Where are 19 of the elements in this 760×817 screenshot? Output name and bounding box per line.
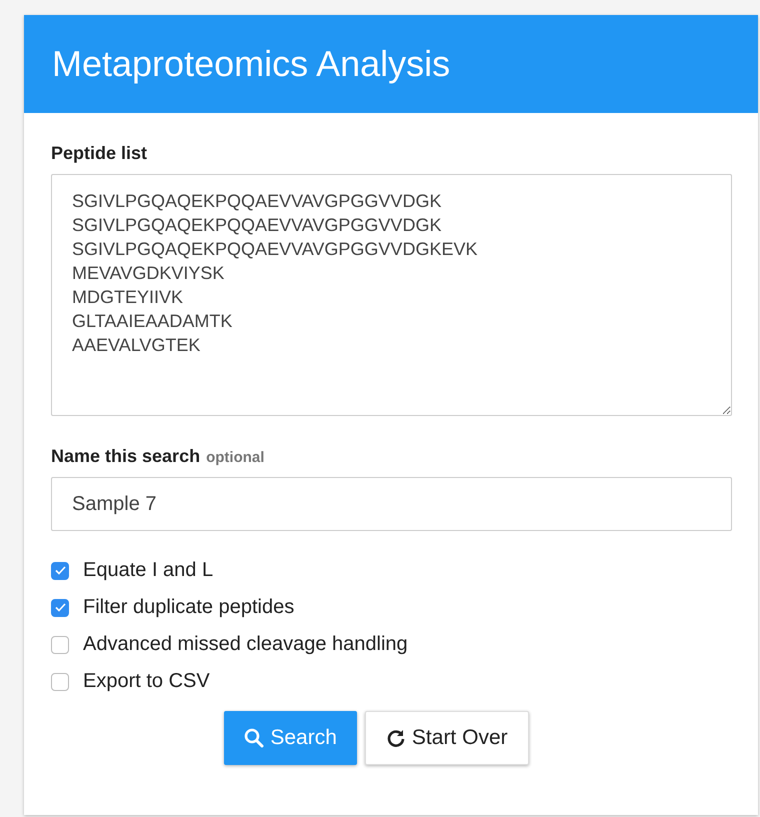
start-over-button[interactable]: Start Over [364, 711, 529, 765]
option-label: Advanced missed cleavage handling [83, 633, 408, 656]
optional-hint: optional [206, 449, 264, 466]
field-label: Name this search [51, 446, 200, 467]
field-label: Peptide list [51, 143, 148, 164]
search-name-field[interactable]: Sample 7 [51, 477, 732, 531]
option-label: Export to CSV [83, 670, 210, 693]
checkbox[interactable] [51, 636, 69, 654]
option-label: Filter duplicate peptides [83, 596, 294, 619]
refresh-icon [386, 728, 406, 748]
checkmark-icon [54, 603, 66, 612]
checkbox[interactable] [51, 562, 69, 580]
option-label: Equate I and L [83, 559, 214, 582]
checkmark-icon [54, 566, 66, 575]
page-title: Metaproteomics Analysis [52, 43, 450, 85]
checkbox[interactable] [51, 672, 69, 690]
search-icon [244, 728, 264, 748]
peptide-list-field[interactable]: SGIVLPGQAQEKPQQAEVVAVGPGGVVDGK SGIVLPGQAQEKPQQAEVVAVGPGGVVDGK SGIVLPGQAQEKPQQAEVVAVGPGGVVDGKEVK MEVAVGDKVIYSK MDGTEYIIVK GLTAAIEAADAMTK AAEVALVGTEK [51, 174, 732, 416]
checkbox[interactable] [51, 598, 69, 616]
